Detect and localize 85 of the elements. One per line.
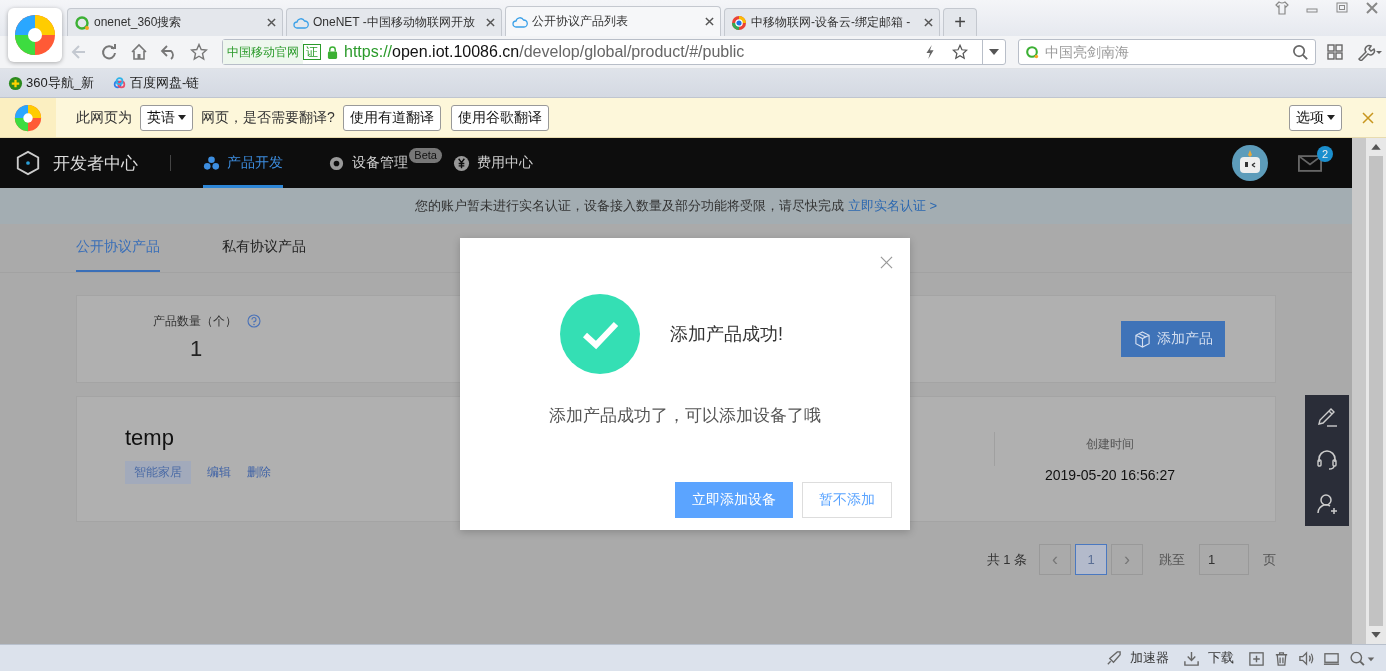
- options-dropdown[interactable]: 选项: [1289, 104, 1342, 131]
- search-input[interactable]: 中国亮剑南海: [1043, 43, 1292, 61]
- plus-circle-icon: [8, 75, 23, 91]
- jump-label: 跳至: [1159, 550, 1185, 569]
- download-label[interactable]: 下载: [1208, 649, 1234, 667]
- sub-tab[interactable]: 私有协议产品: [222, 224, 306, 272]
- language-dropdown[interactable]: 英语: [140, 104, 193, 131]
- stat-value: 1: [189, 335, 203, 362]
- grid-icon[interactable]: [1326, 43, 1344, 61]
- browser-tab[interactable]: 公开协议产品列表: [505, 6, 721, 36]
- certificate-badge: 证: [303, 44, 321, 60]
- created-label: 创建时间: [1086, 435, 1134, 453]
- wrench-icon[interactable]: [1356, 43, 1382, 61]
- browser-tab[interactable]: OneNET -中国移动物联网开放: [286, 8, 502, 36]
- translate-button[interactable]: 使用谷歌翻译: [450, 104, 549, 131]
- notice-text: 您的账户暂未进行实名认证，设备接入数量及部分功能将受限，请尽快完成: [414, 197, 844, 215]
- accelerator-label[interactable]: 加速器: [1130, 649, 1169, 667]
- home-icon[interactable]: [130, 43, 148, 61]
- star-icon[interactable]: [190, 43, 208, 61]
- beta-badge: Beta: [409, 148, 442, 163]
- star-icon[interactable]: [952, 44, 968, 60]
- plus-box-icon[interactable]: [1248, 649, 1265, 667]
- search-icon[interactable]: [1292, 43, 1309, 61]
- browser-tab[interactable]: 中移物联网-设备云-绑定邮箱 -: [724, 8, 940, 36]
- browser-tab[interactable]: onenet_360搜索: [67, 8, 283, 36]
- bookmark-link[interactable]: 360导航_新: [8, 74, 94, 92]
- nav-item[interactable]: 费用中心: [453, 138, 533, 188]
- scroll-down-icon[interactable]: [1371, 632, 1381, 638]
- scroll-up-icon[interactable]: [1371, 144, 1381, 150]
- brand-title[interactable]: 开发者中心: [53, 151, 138, 175]
- close-icon[interactable]: [486, 18, 495, 27]
- download-icon[interactable]: [1183, 649, 1200, 667]
- product-name: temp: [125, 424, 175, 451]
- dropdown-caret-icon[interactable]: [989, 49, 999, 55]
- translate-button[interactable]: 使用有道翻译: [342, 104, 441, 131]
- total-count: 共 1 条: [986, 550, 1027, 569]
- rings-icon: [111, 75, 127, 91]
- lock-icon: [327, 45, 338, 59]
- translate-prompt: 网页，是否需要翻译?: [201, 108, 335, 127]
- close-icon[interactable]: [924, 18, 933, 27]
- headset-icon[interactable]: [1315, 448, 1339, 473]
- rocket-icon[interactable]: [1105, 649, 1122, 667]
- hexagon-icon: [15, 150, 41, 176]
- count-badge: 2: [1317, 145, 1333, 162]
- cube-icon: [1133, 330, 1151, 348]
- category-tag: 智能家居: [125, 460, 191, 484]
- check-icon: [560, 294, 640, 374]
- yen-icon: [453, 154, 470, 172]
- close-icon[interactable]: [267, 18, 276, 27]
- scrollbar[interactable]: [1352, 138, 1386, 644]
- ring-icon: [328, 154, 345, 172]
- caret-icon: [1327, 115, 1335, 120]
- mail-icon[interactable]: [1298, 154, 1322, 172]
- dialog-message: 添加产品成功了，可以添加设备了哦: [548, 405, 822, 427]
- close-icon[interactable]: [1364, 0, 1380, 16]
- url-text: https://open.iot.10086.cn/develop/global/product/#/public: [344, 43, 746, 61]
- browser-logo-icon[interactable]: [8, 8, 62, 62]
- ring-icon: [74, 14, 90, 31]
- add-user-icon[interactable]: [1315, 492, 1339, 517]
- created-time: 2019-05-20 16:56:27: [1045, 466, 1175, 483]
- page-input[interactable]: 1: [1199, 544, 1249, 575]
- caret-icon: [178, 115, 186, 120]
- dialog-title: 添加产品成功!: [670, 323, 783, 346]
- close-icon[interactable]: [705, 17, 714, 26]
- dots-icon: [203, 154, 220, 172]
- site-badge: 中国移动官网: [223, 40, 303, 64]
- robot-avatar-icon[interactable]: [1232, 145, 1268, 181]
- scrollbar-thumb[interactable]: [1369, 155, 1383, 627]
- search-field[interactable]: 中国亮剑南海: [1018, 39, 1316, 65]
- new-tab-button[interactable]: +: [943, 8, 977, 36]
- translate-prompt: 此网页为: [76, 108, 132, 127]
- maximize-icon[interactable]: [1334, 0, 1350, 16]
- page-unit: 页: [1263, 550, 1276, 569]
- address-bar[interactable]: 中国移动官网 证 https://open.iot.10086.cn/develop/global/product/#/public: [222, 39, 1006, 65]
- stat-label: 产品数量（个）: [153, 312, 237, 330]
- shirt-icon[interactable]: [1274, 0, 1290, 16]
- globe-icon: [731, 14, 747, 31]
- speaker-icon[interactable]: [1298, 649, 1315, 667]
- add-product-button[interactable]: 添加产品: [1121, 321, 1225, 357]
- browser-logo-icon: [13, 102, 43, 133]
- trash-icon[interactable]: [1273, 649, 1290, 667]
- bookmark-link[interactable]: 百度网盘-链: [111, 74, 200, 92]
- reload-icon[interactable]: [100, 43, 118, 61]
- zoom-icon[interactable]: [1348, 649, 1376, 667]
- ring-icon: [1025, 45, 1039, 59]
